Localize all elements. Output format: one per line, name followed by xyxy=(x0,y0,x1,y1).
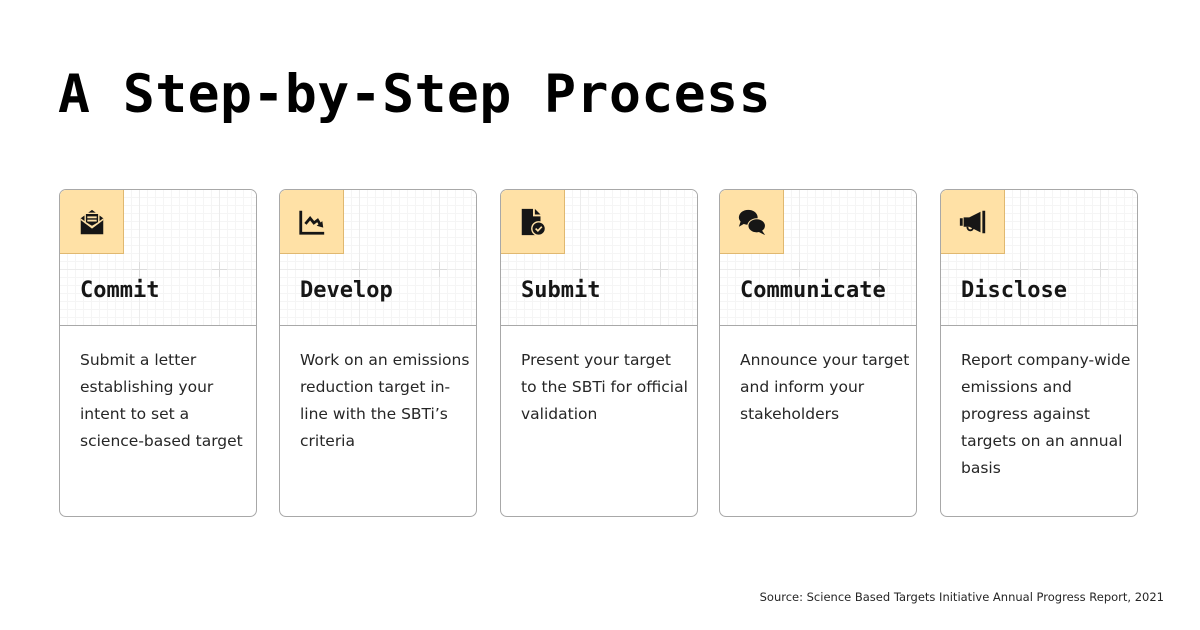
chart-trending-down-icon xyxy=(298,210,324,235)
megaphone-icon xyxy=(959,210,985,233)
step-card-disclose: Disclose Report company-wide emissions a… xyxy=(940,189,1138,517)
step-card-develop: Develop Work on an emissions reduction t… xyxy=(279,189,477,517)
grid-plus-mark xyxy=(872,262,887,277)
grid-plus-mark xyxy=(1013,262,1028,277)
envelope-open-letter-icon xyxy=(80,209,103,234)
step-title: Commit xyxy=(80,278,160,303)
grid-plus-mark xyxy=(432,262,447,277)
step-icon-box xyxy=(280,190,344,254)
step-title: Develop xyxy=(300,278,393,303)
step-icon-box xyxy=(60,190,124,254)
grid-plus-mark xyxy=(352,262,367,277)
step-card-header: Communicate xyxy=(720,190,916,326)
grid-plus-mark xyxy=(212,262,227,277)
step-card-submit: Submit Present your target to the SBTi f… xyxy=(500,189,698,517)
grid-plus-mark xyxy=(792,262,807,277)
step-icon-box xyxy=(501,190,565,254)
document-check-icon xyxy=(521,208,546,236)
step-card-header: Commit xyxy=(60,190,256,326)
step-card-header: Submit xyxy=(501,190,697,326)
step-card-header: Develop xyxy=(280,190,476,326)
step-title: Disclose xyxy=(961,278,1067,303)
step-title: Submit xyxy=(521,278,601,303)
chat-bubbles-icon xyxy=(738,209,766,235)
grid-plus-mark xyxy=(132,262,147,277)
process-steps: Commit Submit a letter establishing your… xyxy=(0,0,1200,630)
step-card-commit: Commit Submit a letter establishing your… xyxy=(59,189,257,517)
step-description: Submit a letter establishing your intent… xyxy=(80,351,243,450)
grid-plus-mark xyxy=(653,262,668,277)
source-citation: Source: Science Based Targets Initiative… xyxy=(759,590,1164,604)
step-description: Work on an emissions reduction target in… xyxy=(300,351,470,450)
step-icon-box xyxy=(941,190,1005,254)
step-description: Announce your target and inform your sta… xyxy=(740,351,910,423)
grid-plus-mark xyxy=(1093,262,1108,277)
step-title: Communicate xyxy=(740,278,886,303)
step-card-communicate: Communicate Announce your target and inf… xyxy=(719,189,917,517)
step-description: Present your target to the SBTi for offi… xyxy=(521,351,688,423)
grid-plus-mark xyxy=(573,262,588,277)
step-description: Report company-wide emissions and progre… xyxy=(961,351,1131,477)
step-card-header: Disclose xyxy=(941,190,1137,326)
step-icon-box xyxy=(720,190,784,254)
